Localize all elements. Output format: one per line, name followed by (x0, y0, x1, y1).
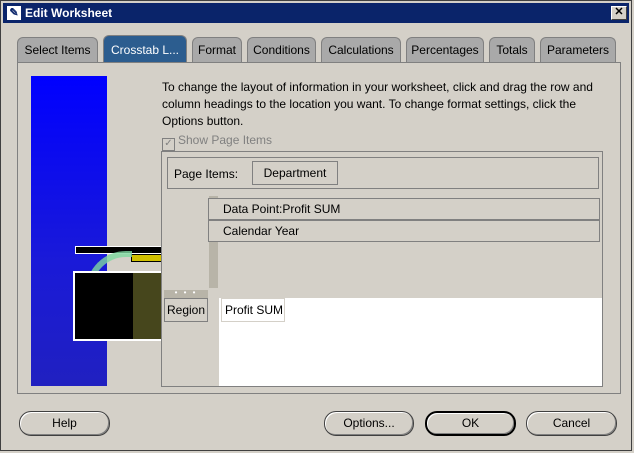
data-header-profit-sum[interactable]: Profit SUM (221, 298, 285, 322)
page-items-label: Page Items: (174, 167, 239, 181)
row-header-area (164, 322, 218, 386)
page-item-department[interactable]: Department (252, 161, 338, 185)
tab-format[interactable]: Format (192, 37, 242, 63)
options-button[interactable]: Options... (324, 411, 414, 436)
help-button[interactable]: Help (19, 411, 110, 436)
instructions-text: To change the layout of information in y… (162, 80, 593, 128)
crosstab-illustration (31, 76, 169, 386)
window-title: Edit Worksheet (25, 6, 113, 20)
ok-button[interactable]: OK (425, 411, 516, 436)
row-header-region[interactable]: Region (164, 298, 208, 322)
data-area: Profit SUM (219, 298, 602, 386)
tab-parameters[interactable]: Parameters (540, 37, 616, 63)
tab-totals[interactable]: Totals (489, 37, 535, 63)
column-header-data-point[interactable]: Data Point:Profit SUM (208, 198, 600, 220)
column-header-calendar-year[interactable]: Calendar Year (208, 220, 600, 242)
app-icon: ✎ (7, 6, 21, 20)
edit-worksheet-dialog: ✎ Edit Worksheet ✕ Select Items Crosstab… (0, 0, 632, 451)
row-axis-grip[interactable]: • • • (164, 289, 208, 298)
show-page-items-checkbox[interactable]: ✓ Show Page Items (162, 133, 273, 151)
illustration-sheet (73, 271, 163, 341)
tab-percentages[interactable]: Percentages (406, 37, 484, 63)
tab-conditions[interactable]: Conditions (247, 37, 316, 63)
cancel-button[interactable]: Cancel (526, 411, 617, 436)
tab-calculations[interactable]: Calculations (321, 37, 401, 63)
checkmark-icon: ✓ (162, 138, 175, 151)
title-bar: ✎ Edit Worksheet ✕ (3, 3, 629, 23)
crosstab-layout-area: Page Items: Department Data Point:Profit… (161, 151, 603, 387)
tab-crosstab-layout[interactable]: Crosstab L... (103, 35, 187, 63)
page-items-bar: Page Items: Department (167, 157, 599, 189)
tab-select-items[interactable]: Select Items (17, 37, 98, 63)
show-page-items-label: Show Page Items (178, 133, 273, 147)
close-button[interactable]: ✕ (611, 6, 627, 20)
